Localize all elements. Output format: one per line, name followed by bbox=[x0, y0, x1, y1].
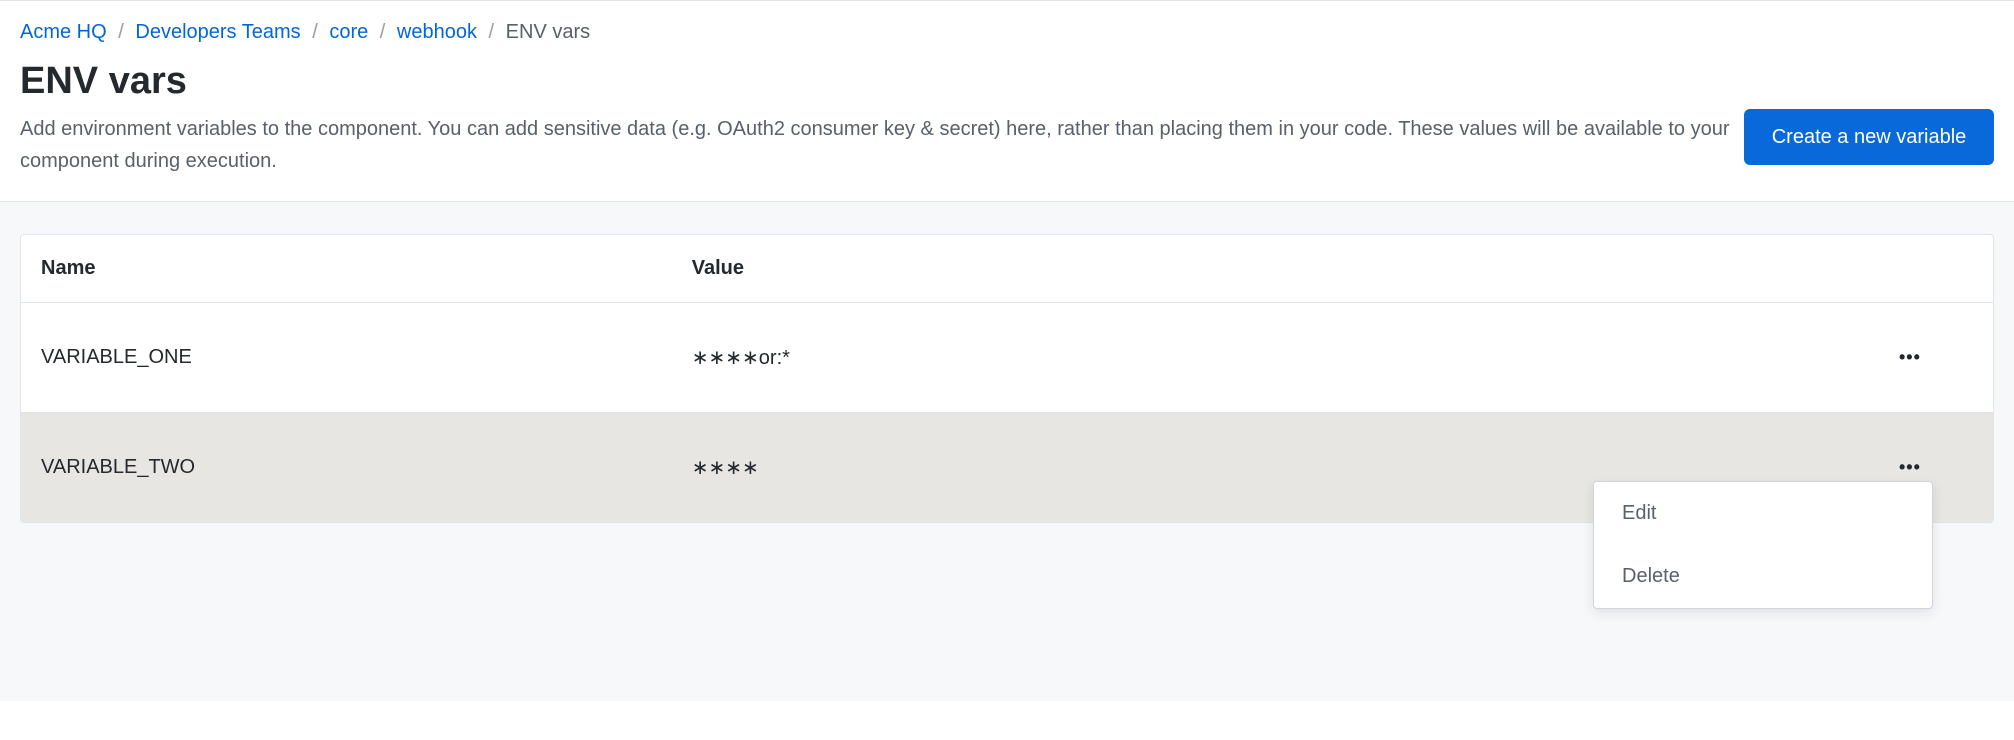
more-horizontal-icon: ••• bbox=[1899, 457, 1921, 477]
breadcrumb-separator: / bbox=[489, 21, 495, 43]
more-actions-button[interactable]: ••• bbox=[1893, 451, 1927, 484]
actions-dropdown: Edit Delete bbox=[1593, 481, 1933, 609]
env-vars-table: Name Value VARIABLE_ONE ∗∗∗∗or:* ••• bbox=[20, 234, 1994, 523]
breadcrumb: Acme HQ / Developers Teams / core / webh… bbox=[20, 21, 1994, 44]
column-header-name: Name bbox=[21, 235, 672, 303]
content-area: Name Value VARIABLE_ONE ∗∗∗∗or:* ••• bbox=[0, 201, 2014, 701]
breadcrumb-current: ENV vars bbox=[506, 21, 590, 43]
breadcrumb-link-project[interactable]: core bbox=[329, 21, 368, 43]
table-row: VARIABLE_ONE ∗∗∗∗or:* ••• bbox=[21, 303, 1993, 413]
dropdown-item-delete[interactable]: Delete bbox=[1594, 545, 1932, 608]
var-value-cell: ∗∗∗∗or:* bbox=[672, 303, 1873, 413]
more-actions-button[interactable]: ••• bbox=[1893, 341, 1927, 374]
var-name-cell: VARIABLE_ONE bbox=[21, 303, 672, 413]
create-variable-button[interactable]: Create a new variable bbox=[1744, 109, 1994, 165]
breadcrumb-separator: / bbox=[312, 21, 318, 43]
column-header-actions bbox=[1873, 235, 1993, 303]
table-row: VARIABLE_TWO ∗∗∗∗ ••• Edit Delete bbox=[21, 413, 1993, 523]
dropdown-item-edit[interactable]: Edit bbox=[1594, 482, 1932, 545]
page-title: ENV vars bbox=[20, 60, 1994, 103]
more-horizontal-icon: ••• bbox=[1899, 347, 1921, 367]
breadcrumb-separator: / bbox=[380, 21, 386, 43]
breadcrumb-link-component[interactable]: webhook bbox=[397, 21, 477, 43]
var-name-cell: VARIABLE_TWO bbox=[21, 413, 672, 523]
breadcrumb-link-org[interactable]: Acme HQ bbox=[20, 21, 107, 43]
breadcrumb-separator: / bbox=[118, 21, 124, 43]
page-header: Acme HQ / Developers Teams / core / webh… bbox=[0, 1, 2014, 201]
page-description: Add environment variables to the compone… bbox=[20, 113, 1780, 177]
column-header-value: Value bbox=[672, 235, 1873, 303]
breadcrumb-link-team[interactable]: Developers Teams bbox=[135, 21, 300, 43]
